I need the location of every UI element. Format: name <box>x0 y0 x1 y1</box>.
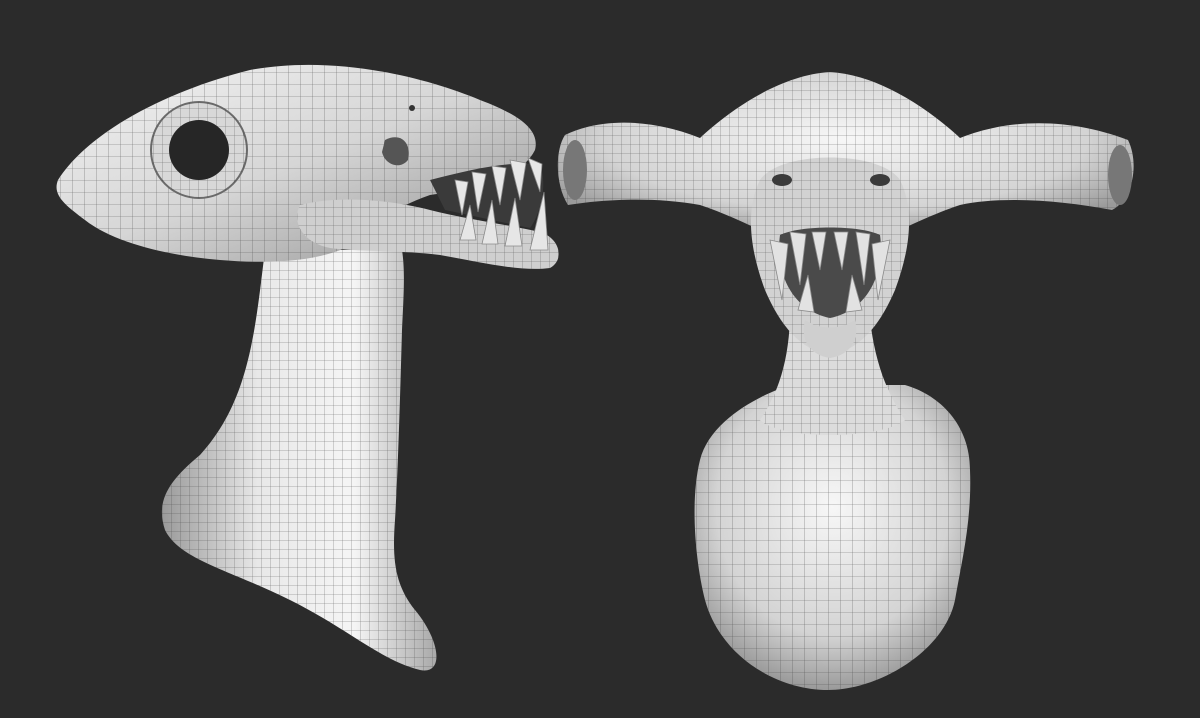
front-eye-right <box>870 174 890 186</box>
front-view-creature <box>557 72 1134 690</box>
side-view-creature <box>56 64 559 671</box>
front-eye-left <box>772 174 792 186</box>
sculpt-viewport <box>0 0 1200 718</box>
front-horn-tip-left <box>563 140 587 200</box>
front-horn-tip-right <box>1108 145 1132 205</box>
render-canvas <box>56 64 1134 690</box>
